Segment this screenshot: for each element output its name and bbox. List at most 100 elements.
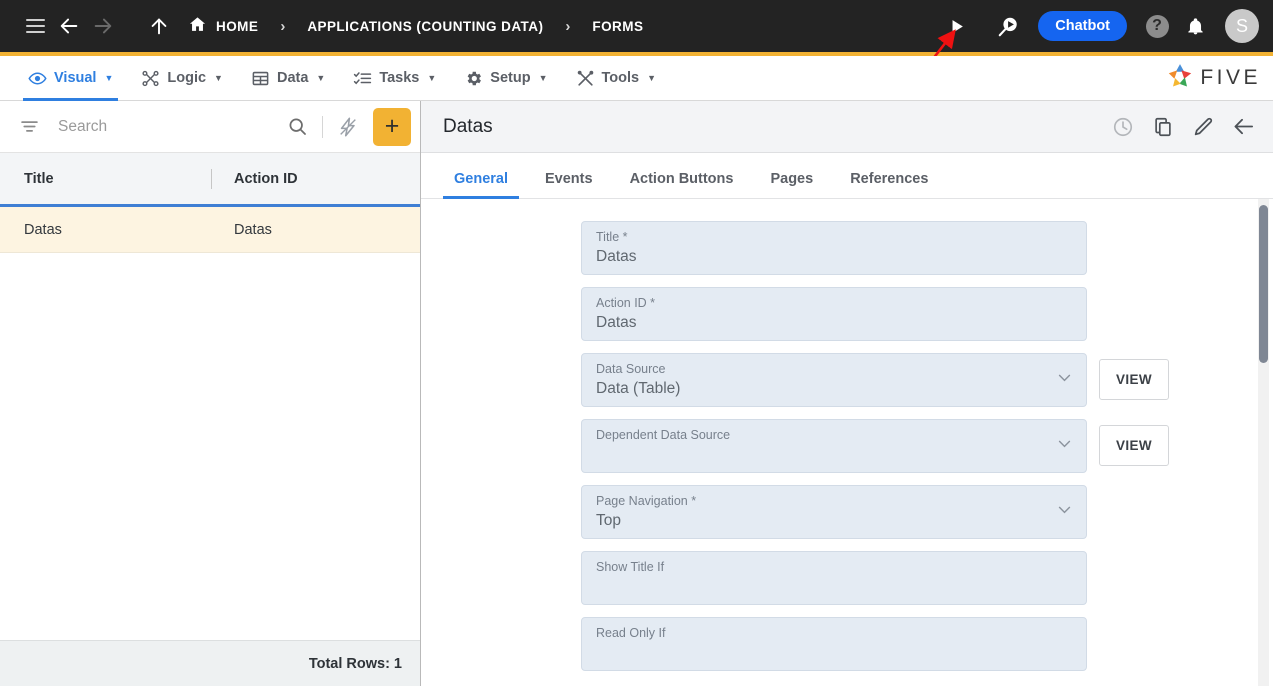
menu-item-label: Logic: [167, 70, 207, 86]
title-field[interactable]: Title * Datas: [581, 221, 1087, 275]
breadcrumb-item-home[interactable]: HOME: [188, 15, 258, 37]
chevron-down-icon[interactable]: [1056, 435, 1073, 457]
column-header-title[interactable]: Title: [24, 171, 211, 187]
show-title-if-field[interactable]: Show Title If: [581, 551, 1087, 605]
table-row[interactable]: Datas Datas: [0, 207, 420, 253]
page-body: + Title Action ID Datas Datas Total Rows…: [0, 101, 1273, 686]
breadcrumb-label: HOME: [216, 18, 259, 34]
history-icon[interactable]: [1112, 116, 1134, 138]
hamburger-icon[interactable]: [18, 9, 52, 43]
breadcrumb-separator: ›: [280, 17, 286, 35]
arrow-left-icon[interactable]: [52, 9, 86, 43]
scrollbar-thumb[interactable]: [1259, 205, 1268, 363]
read-only-if-field[interactable]: Read Only If: [581, 617, 1087, 671]
top-bar-actions: Chatbot ? S: [939, 9, 1259, 43]
field-value: Datas: [596, 314, 637, 331]
menu-item-label: Visual: [54, 70, 97, 86]
arrow-right-icon[interactable]: [86, 9, 120, 43]
field-label: Data Source: [596, 362, 666, 376]
view-dependent-data-source-button[interactable]: VIEW: [1099, 425, 1169, 466]
breadcrumb-item-forms[interactable]: FORMS: [592, 19, 643, 34]
field-value: Datas: [596, 248, 637, 265]
divider: [322, 115, 323, 138]
avatar[interactable]: S: [1225, 9, 1259, 43]
page-navigation-select[interactable]: Page Navigation * Top: [581, 485, 1087, 539]
gear-icon: [464, 69, 483, 88]
breadcrumb: HOME › APPLICATIONS (COUNTING DATA) › FO…: [188, 15, 643, 37]
forms-list-panel: + Title Action ID Datas Datas Total Rows…: [0, 101, 421, 686]
tab-pages[interactable]: Pages: [759, 171, 824, 198]
dependent-data-source-select[interactable]: Dependent Data Source: [581, 419, 1087, 473]
action-id-field[interactable]: Action ID * Datas: [581, 287, 1087, 341]
menu-item-setup[interactable]: Setup ▼: [450, 56, 561, 101]
breadcrumb-item-applications[interactable]: APPLICATIONS (COUNTING DATA): [307, 19, 543, 34]
chatbot-button[interactable]: Chatbot: [1038, 11, 1127, 41]
menu-item-label: Tools: [601, 70, 640, 86]
field-value: Data (Table): [596, 380, 681, 397]
filter-icon[interactable]: [14, 112, 44, 142]
form-scroll-area: Title * Datas Action ID * Datas Data Sou…: [421, 199, 1273, 686]
brand-logo: FIVE: [1166, 62, 1273, 95]
main-menu-bar: Visual ▼ Logic ▼ Data ▼ Tasks ▼ Setup ▼ …: [0, 56, 1273, 101]
eye-icon: [28, 69, 47, 88]
field-label: Action ID *: [596, 296, 656, 310]
total-rows-label: Total Rows: 1: [308, 655, 402, 672]
five-star-logo-icon: [1166, 62, 1194, 95]
search-icon[interactable]: [282, 112, 312, 142]
field-label: Read Only If: [596, 626, 666, 640]
brand-name: FIVE: [1200, 66, 1261, 89]
checklist-icon: [353, 69, 372, 88]
chevron-down-icon: ▼: [316, 73, 326, 83]
menu-item-data[interactable]: Data ▼: [237, 56, 339, 101]
menu-item-label: Tasks: [379, 70, 420, 86]
top-bar: HOME › APPLICATIONS (COUNTING DATA) › FO…: [0, 0, 1273, 65]
list-empty-space: [0, 253, 420, 640]
chevron-down-icon: ▼: [427, 73, 437, 83]
menu-item-logic[interactable]: Logic ▼: [127, 56, 237, 101]
bell-icon[interactable]: [1178, 9, 1212, 43]
back-arrow-icon[interactable]: [1232, 115, 1255, 138]
search-bar: +: [0, 101, 420, 153]
list-header: Title Action ID: [0, 153, 420, 207]
edit-pencil-icon[interactable]: [1192, 116, 1214, 138]
menu-item-tools[interactable]: Tools ▼: [562, 56, 671, 101]
column-divider: [211, 168, 212, 189]
copy-icon[interactable]: [1152, 116, 1174, 138]
form-fields: Title * Datas Action ID * Datas Data Sou…: [421, 221, 1273, 671]
field-value: Top: [596, 512, 621, 529]
detail-actions: [1112, 115, 1255, 138]
tools-icon: [576, 69, 595, 88]
tab-action-buttons[interactable]: Action Buttons: [619, 171, 745, 198]
field-label: Show Title If: [596, 560, 665, 574]
logic-nodes-icon: [141, 69, 160, 88]
view-data-source-button[interactable]: VIEW: [1099, 359, 1169, 400]
field-row-dependent-data-source: Dependent Data Source VIEW: [581, 419, 1273, 473]
play-icon[interactable]: [939, 9, 973, 43]
add-form-button[interactable]: +: [373, 107, 411, 146]
page-title: Datas: [443, 115, 493, 137]
help-icon[interactable]: ?: [1140, 9, 1174, 43]
arrow-up-icon[interactable]: [142, 9, 176, 43]
search-input[interactable]: [50, 117, 276, 136]
chevron-down-icon: ▼: [104, 73, 114, 83]
field-row-show-title-if: Show Title If: [581, 551, 1273, 605]
tab-general[interactable]: General: [443, 171, 519, 199]
lightning-disabled-icon[interactable]: [333, 112, 363, 142]
chevron-down-icon: ▼: [214, 73, 223, 83]
tab-events[interactable]: Events: [534, 171, 604, 198]
menu-item-visual[interactable]: Visual ▼: [14, 56, 127, 101]
field-row-title: Title * Datas: [581, 221, 1273, 275]
chevron-down-icon[interactable]: [1056, 369, 1073, 391]
menu-item-tasks[interactable]: Tasks ▼: [339, 56, 450, 101]
chevron-down-icon[interactable]: [1056, 501, 1073, 523]
form-detail-panel: Datas General Events Action Buttons Page…: [421, 101, 1273, 686]
breadcrumb-separator: ›: [565, 17, 571, 35]
column-header-action-id[interactable]: Action ID: [234, 171, 298, 187]
menu-item-label: Data: [276, 70, 309, 86]
home-icon: [188, 15, 207, 37]
field-label: Page Navigation *: [596, 494, 697, 508]
search-play-icon[interactable]: [991, 9, 1025, 43]
table-grid-icon: [251, 69, 270, 88]
data-source-select[interactable]: Data Source Data (Table): [581, 353, 1087, 407]
tab-references[interactable]: References: [839, 171, 939, 198]
